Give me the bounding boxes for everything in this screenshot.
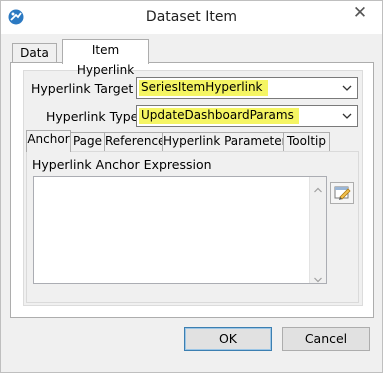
tab-page[interactable]: Page [70,132,105,151]
hyperlink-target-select[interactable]: SeriesItemHyperlink [136,77,358,99]
tab-tooltip[interactable]: Tooltip [283,132,330,151]
hyperlink-type-label: Hyperlink Type [46,109,139,124]
expression-editor-button[interactable] [330,182,354,204]
chevron-down-icon [342,81,352,95]
vertical-scrollbar[interactable] [309,177,326,283]
anchor-expression-input[interactable] [33,176,327,284]
ok-button[interactable]: OK [184,327,272,351]
scroll-down-icon[interactable] [314,272,322,283]
inner-tab-strip: Anchor Page Reference Hyperlink Paramete… [26,130,360,152]
dialog-window: Dataset Item ✕ Data Item Hyperlink Hyper… [0,0,383,373]
hyperlink-target-label: Hyperlink Target [31,81,134,96]
close-icon: ✕ [352,3,368,23]
tab-reference[interactable]: Reference [104,132,165,151]
window-title: Dataset Item [145,9,238,25]
tab-hyperlink-parameters[interactable]: Hyperlink Parameters [162,132,293,151]
anchor-panel: Hyperlink Anchor Expression [26,151,359,303]
tab-item-hyperlink[interactable]: Item Hyperlink [62,39,149,77]
chevron-down-icon [342,109,352,123]
item-hyperlink-panel: Hyperlink Target SeriesItemHyperlink Hyp… [10,62,374,318]
close-button[interactable]: ✕ [339,2,381,26]
hyperlink-target-value: SeriesItemHyperlink [141,80,263,94]
expression-editor-icon [331,186,353,206]
title-bar: Dataset Item ✕ [1,1,382,34]
anchor-expression-label: Hyperlink Anchor Expression [32,157,212,172]
hyperlink-type-select[interactable]: UpdateDashboardParams [136,105,358,127]
tab-data[interactable]: Data [12,43,57,63]
cancel-button[interactable]: Cancel [282,327,370,351]
hyperlink-group: Hyperlink Target SeriesItemHyperlink Hyp… [23,70,363,306]
scroll-up-icon[interactable] [314,182,322,193]
tab-anchor[interactable]: Anchor [26,130,71,152]
footer-separator [1,318,382,319]
outer-tab-strip: Data Item Hyperlink [10,39,374,77]
hyperlink-type-value: UpdateDashboardParams [141,108,294,122]
